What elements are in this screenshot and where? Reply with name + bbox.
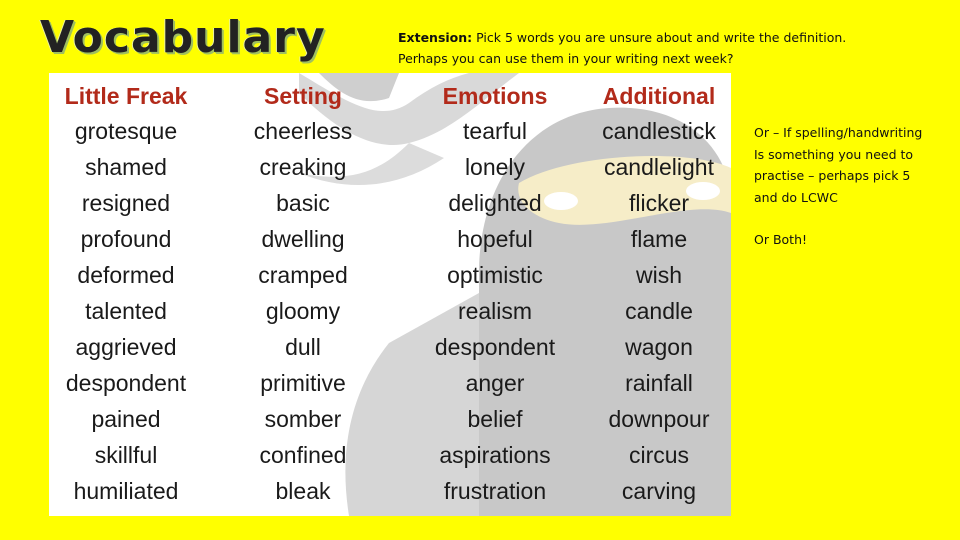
- word: talented: [85, 298, 167, 324]
- word: hopeful: [457, 226, 533, 252]
- word: candle: [625, 298, 693, 324]
- extension-instructions: Extension: Pick 5 words you are unsure a…: [398, 27, 938, 69]
- note-closing: Or Both!: [754, 232, 808, 247]
- word: creaking: [259, 154, 347, 180]
- word: profound: [80, 226, 172, 252]
- extension-text: Pick 5 words you are unsure about and wr…: [472, 30, 847, 45]
- word: belief: [467, 406, 523, 432]
- word: rainfall: [625, 370, 693, 396]
- page-title: Vocabulary: [40, 12, 326, 63]
- vocab-columns: Little Freak grotesque shamed resigned p…: [49, 79, 731, 509]
- word: dull: [285, 334, 321, 360]
- word: despondent: [434, 334, 556, 360]
- extension-line-1: Extension: Pick 5 words you are unsure a…: [398, 27, 938, 48]
- word: downpour: [608, 406, 710, 432]
- column-emotions: Emotions tearful lonely delighted hopefu…: [403, 79, 587, 509]
- word: realism: [457, 298, 533, 324]
- column-heading: Additional: [602, 83, 716, 109]
- vocabulary-table: Little Freak grotesque shamed resigned p…: [49, 73, 731, 516]
- word: shamed: [85, 154, 167, 180]
- word: aggrieved: [75, 334, 177, 360]
- word: delighted: [448, 190, 542, 216]
- word: primitive: [260, 370, 346, 396]
- word: anger: [465, 370, 525, 396]
- word: candlelight: [604, 154, 714, 180]
- word: somber: [264, 406, 342, 432]
- word: flame: [630, 226, 688, 252]
- note-line: Or – If spelling/handwriting: [754, 125, 923, 140]
- word: frustration: [443, 478, 547, 504]
- column-heading: Setting: [264, 83, 342, 109]
- extension-label: Extension:: [398, 30, 473, 45]
- word: gloomy: [265, 298, 341, 324]
- word: skillful: [94, 442, 158, 468]
- word: bleak: [275, 478, 331, 504]
- word: wish: [635, 262, 682, 288]
- note-line: Is something you need to: [754, 146, 914, 162]
- word: aspirations: [439, 442, 551, 468]
- word: basic: [276, 190, 330, 216]
- word: optimistic: [447, 262, 543, 288]
- column-setting: Setting cheerless creaking basic dwellin…: [203, 79, 403, 509]
- word: tearful: [463, 118, 527, 144]
- note-line: and do LCWC: [754, 189, 838, 205]
- word: confined: [259, 442, 347, 468]
- word: deformed: [77, 262, 175, 288]
- word: grotesque: [74, 118, 178, 144]
- spelling-note: Or – If spelling/handwriting Is somethin…: [754, 122, 960, 251]
- word: cheerless: [253, 118, 353, 144]
- word: cramped: [258, 262, 348, 288]
- word: pained: [91, 406, 161, 432]
- column-additional: Additional candlestick candlelight flick…: [587, 79, 731, 509]
- word: candlestick: [602, 118, 716, 144]
- column-little-freak: Little Freak grotesque shamed resigned p…: [49, 79, 203, 509]
- word: lonely: [464, 154, 526, 180]
- word: carving: [621, 478, 697, 504]
- column-heading: Little Freak: [64, 83, 188, 109]
- word: circus: [628, 442, 690, 468]
- word: humiliated: [73, 478, 179, 504]
- word: despondent: [65, 370, 187, 396]
- word: wagon: [625, 334, 693, 360]
- word: resigned: [81, 190, 171, 216]
- extension-line-2: Perhaps you can use them in your writing…: [398, 51, 734, 66]
- note-line: practise – perhaps pick 5: [754, 168, 911, 183]
- word: dwelling: [261, 226, 345, 252]
- column-heading: Emotions: [442, 83, 548, 109]
- word: flicker: [628, 190, 690, 216]
